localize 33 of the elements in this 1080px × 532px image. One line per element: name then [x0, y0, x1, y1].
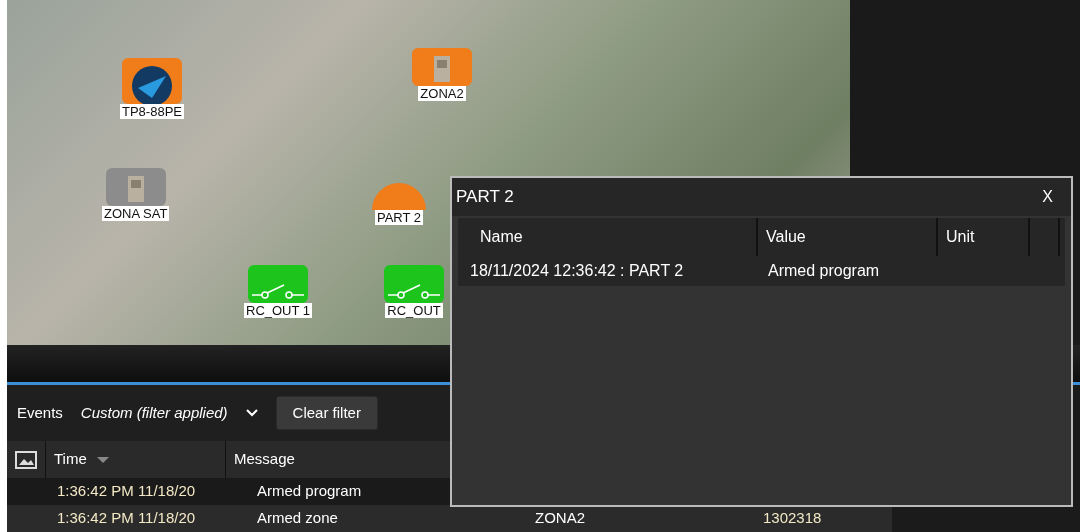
- table-cell-text: 1302318: [763, 508, 822, 529]
- marker-label: PART 2: [374, 210, 424, 225]
- table-row[interactable]: 1:36:42 PM 11/18/20 Armed zone ZONA2 1302318: [7, 505, 892, 532]
- column-header[interactable]: Unit: [946, 225, 975, 249]
- table-cell-text: Armed program: [256, 481, 363, 502]
- marker-label: ZONA SAT: [102, 206, 170, 221]
- door-marker-icon[interactable]: [105, 168, 166, 206]
- image-icon[interactable]: [15, 450, 37, 469]
- table-cell-text: Armed zone: [256, 508, 339, 529]
- marker-label: ZONA2: [418, 86, 466, 101]
- events-label: Events: [17, 402, 63, 423]
- column-header[interactable]: Time: [54, 448, 87, 471]
- table-cell-text: ZONA2: [535, 508, 586, 529]
- marker-label: RC_OUT: [385, 303, 443, 318]
- marker-label: RC_OUT 1: [244, 303, 313, 318]
- filter-dropdown[interactable]: Custom (filter applied): [80, 401, 228, 425]
- switch-marker-icon[interactable]: [248, 265, 309, 303]
- table-cell-text: 1:36:42 PM 11/18/20: [56, 508, 197, 529]
- table-cell-text: 18/11/2024 12:36:42 : PART 2: [469, 261, 685, 281]
- column-header[interactable]: Value: [766, 225, 806, 249]
- device-marker-icon[interactable]: [122, 58, 182, 104]
- dialog-title: PART 2: [456, 186, 514, 209]
- door-marker-icon[interactable]: [412, 48, 472, 86]
- sort-arrow-icon[interactable]: [96, 456, 109, 463]
- switch-marker-icon[interactable]: [384, 265, 444, 303]
- dome-marker-icon[interactable]: [372, 180, 426, 210]
- clear-filter-button[interactable]: Clear filter: [275, 395, 378, 431]
- table-cell-text: 1:36:42 PM 11/18/20: [56, 481, 197, 502]
- column-header[interactable]: Name: [480, 225, 523, 249]
- chevron-down-icon[interactable]: [245, 409, 258, 417]
- table-cell-text: Armed program: [767, 261, 880, 281]
- close-button[interactable]: X: [1036, 183, 1059, 211]
- marker-label: TP8-88PE: [120, 104, 184, 119]
